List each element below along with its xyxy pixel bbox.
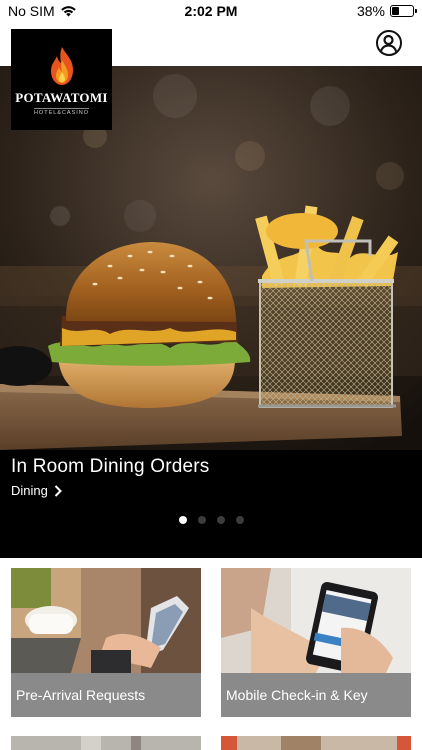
potawatomi-logo[interactable]: POTAWATOMI HOTEL&CASINO: [11, 29, 112, 130]
chevron-right-icon: [54, 484, 62, 497]
profile-button[interactable]: [376, 30, 402, 56]
battery-icon: [390, 5, 417, 17]
status-right: 38%: [356, 3, 417, 19]
profile-icon: [379, 34, 398, 54]
tile-peek-left-image: [11, 736, 201, 750]
pagination-dot[interactable]: [216, 516, 225, 524]
tile-mobile-check-in-key[interactable]: Mobile Check-in & Key: [221, 568, 411, 717]
mobile-check-in-image: [221, 568, 411, 673]
logo-name: POTAWATOMI: [15, 90, 108, 105]
battery-fill: [392, 7, 399, 15]
hero-category-label: Dining: [11, 483, 48, 498]
tile-pre-arrival-requests[interactable]: Pre-Arrival Requests: [11, 568, 201, 717]
tile-peek-right-image: [221, 736, 411, 750]
pre-arrival-image: [11, 568, 201, 673]
tile-peek-left[interactable]: [11, 736, 201, 750]
flame-icon: [50, 47, 73, 85]
logo-subtitle: HOTEL&CASINO: [33, 108, 90, 116]
tile-peek-right[interactable]: [221, 736, 411, 750]
battery-percent: 38%: [356, 3, 385, 19]
hero-title[interactable]: In Room Dining Orders: [11, 456, 210, 478]
pagination-dot[interactable]: [197, 516, 206, 524]
tile-label: Mobile Check-in & Key: [221, 673, 411, 717]
pagination-dot[interactable]: [178, 516, 187, 524]
status-bar: No SIM 2:02 PM 38%: [0, 0, 422, 24]
tile-label: Pre-Arrival Requests: [11, 673, 201, 717]
slide-pagination[interactable]: [0, 516, 422, 524]
hero-category-link[interactable]: Dining: [11, 483, 62, 498]
pagination-dot[interactable]: [235, 516, 244, 524]
